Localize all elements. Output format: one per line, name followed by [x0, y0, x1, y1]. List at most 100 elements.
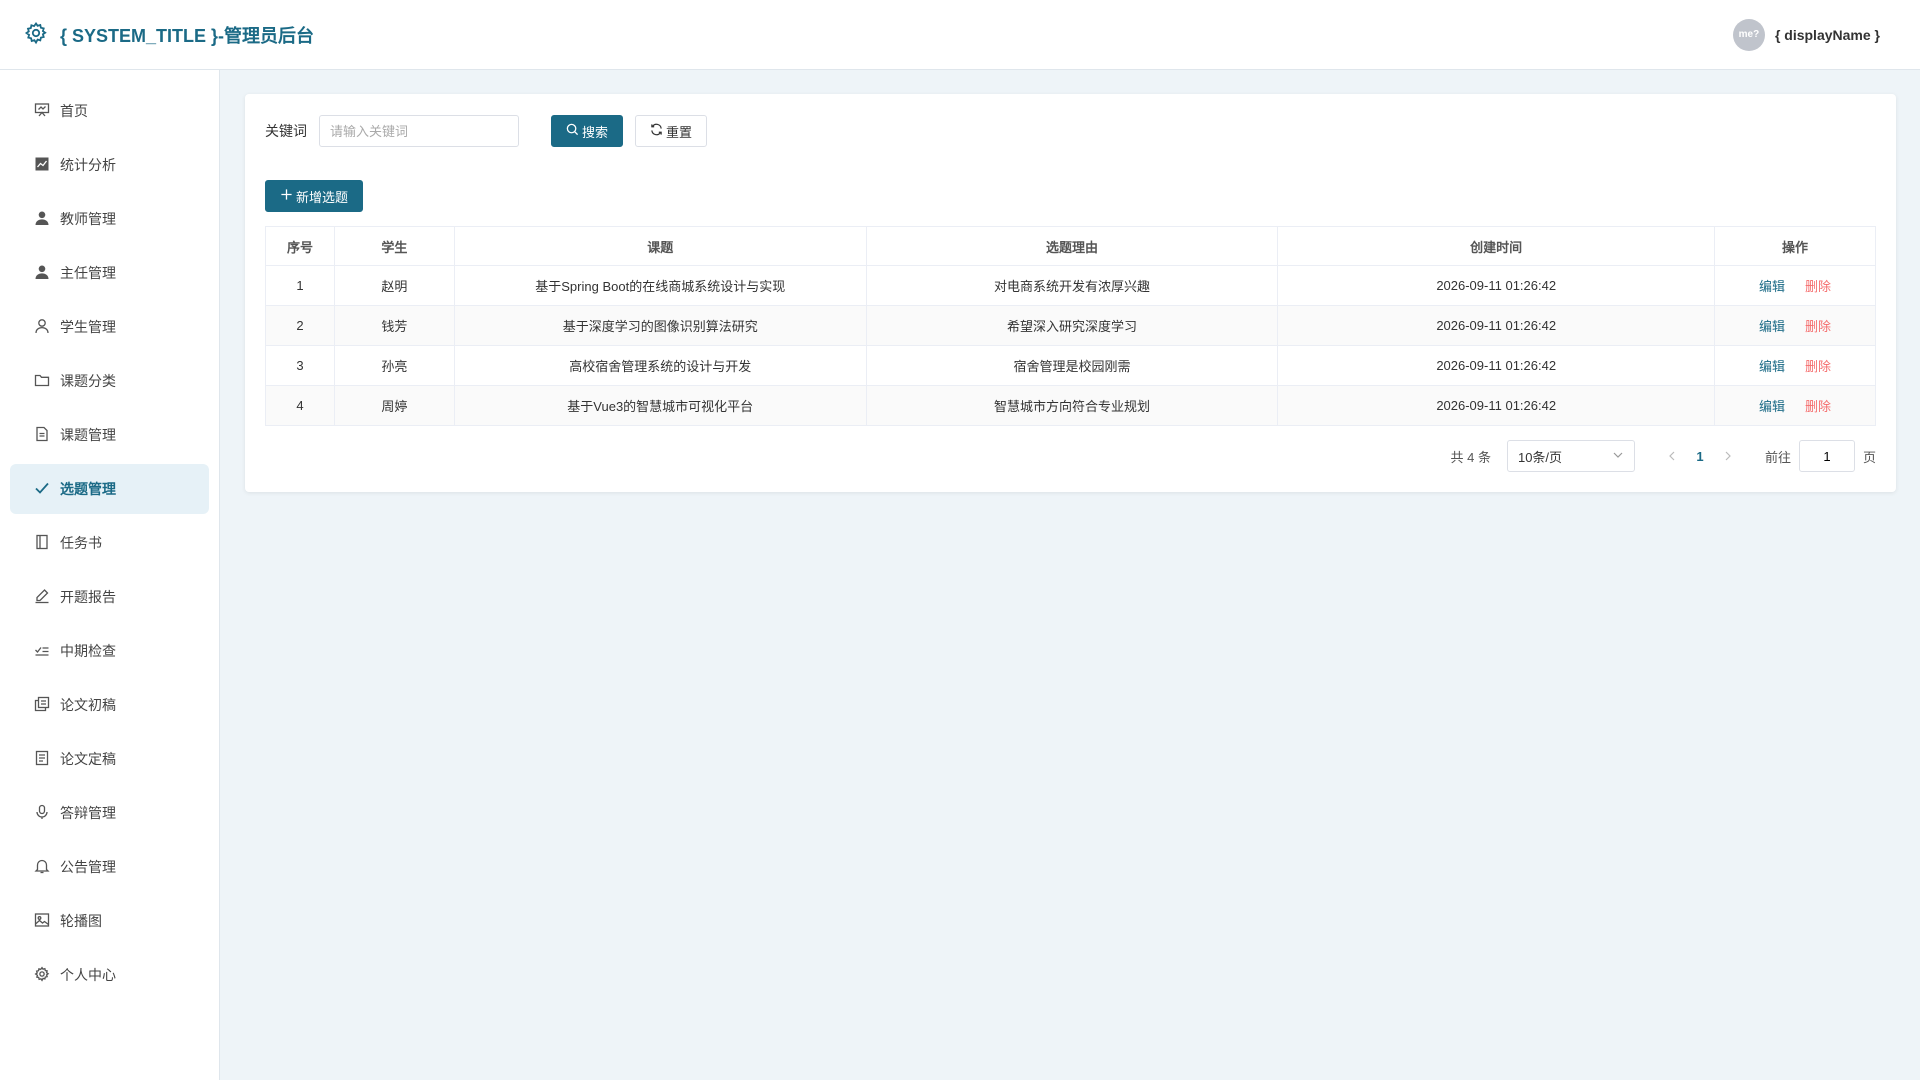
reset-button-label: 重置 [666, 124, 693, 140]
sidebar-item-label: 个人中心 [60, 967, 116, 983]
sidebar-item-students[interactable]: 学生管理 [10, 302, 209, 352]
sidebar-item-label: 教师管理 [60, 211, 116, 227]
cell-created: 2026-09-11 01:26:42 [1277, 305, 1716, 346]
page-number[interactable]: 1 [1687, 449, 1713, 464]
edit-button[interactable]: 编辑 [1759, 359, 1785, 374]
sidebar-item-label: 课题管理 [60, 427, 116, 443]
table-row: 1 赵明 基于Spring Boot的在线商城系统设计与实现 对电商系统开发有浓… [265, 265, 1876, 306]
page-size-value: 10条/页 [1517, 449, 1563, 465]
presentation-icon [34, 102, 50, 121]
sidebar-item-directors[interactable]: 主任管理 [10, 248, 209, 298]
avatar[interactable]: me? [1732, 18, 1765, 51]
display-name[interactable]: { displayName } [1775, 27, 1880, 43]
sidebar-item-home[interactable]: 首页 [10, 86, 209, 136]
sidebar-item-label: 任务书 [60, 535, 102, 551]
sidebar-item-label: 论文初稿 [60, 697, 116, 713]
keyword-input[interactable] [319, 115, 519, 147]
search-form: 关键词 搜索 重置 [265, 114, 1876, 148]
search-button-label: 搜索 [582, 124, 609, 140]
sidebar-item-label: 主任管理 [60, 265, 116, 281]
sidebar-item-label: 开题报告 [60, 589, 116, 605]
brand: { SYSTEM_TITLE }-管理员后台 [24, 21, 314, 48]
delete-button[interactable]: 删除 [1805, 359, 1831, 374]
table-header: 序号 学生 课题 选题理由 创建时间 操作 [265, 226, 1876, 266]
reset-button[interactable]: 重置 [635, 115, 708, 147]
sidebar-item-label: 中期检查 [60, 643, 116, 659]
edit-button[interactable]: 编辑 [1759, 399, 1785, 414]
prev-page-button[interactable] [1657, 449, 1687, 464]
sidebar-item-label: 公告管理 [60, 859, 116, 875]
sidebar-item-topics[interactable]: 课题管理 [10, 410, 209, 460]
user-filled-icon [34, 264, 50, 283]
cell-actions: 编辑 删除 [1714, 385, 1876, 426]
goto-page-input[interactable] [1798, 440, 1855, 472]
cell-student: 周婷 [333, 385, 455, 426]
cell-topic: 基于深度学习的图像识别算法研究 [453, 305, 867, 346]
delete-button[interactable]: 删除 [1805, 399, 1831, 414]
sidebar-item-carousel[interactable]: 轮播图 [10, 896, 209, 946]
sidebar-item-statistics[interactable]: 统计分析 [10, 140, 209, 190]
content-card: 关键词 搜索 重置 新增选题 序号 [245, 94, 1896, 492]
sidebar-item-thesis-final[interactable]: 论文定稿 [10, 734, 209, 784]
sidebar-item-task-book[interactable]: 任务书 [10, 518, 209, 568]
sidebar-item-profile[interactable]: 个人中心 [10, 950, 209, 1000]
total-count: 共 4 条 [1450, 449, 1491, 465]
cell-student: 孙亮 [333, 345, 455, 386]
search-button[interactable]: 搜索 [551, 115, 624, 147]
sidebar-item-announcements[interactable]: 公告管理 [10, 842, 209, 892]
cell-actions: 编辑 删除 [1714, 345, 1876, 386]
next-page-button[interactable] [1713, 449, 1743, 464]
app-title: { SYSTEM_TITLE }-管理员后台 [60, 25, 315, 46]
notebook-icon [34, 534, 50, 553]
chevron-down-icon [1612, 449, 1624, 464]
folder-icon [34, 372, 50, 391]
sidebar-item-label: 轮播图 [60, 913, 102, 929]
copy-document-icon [34, 696, 50, 715]
sidebar-item-midterm-check[interactable]: 中期检查 [10, 626, 209, 676]
table-row: 2 钱芳 基于深度学习的图像识别算法研究 希望深入研究深度学习 2026-09-… [265, 305, 1876, 346]
sidebar-item-label: 论文定稿 [60, 751, 116, 767]
cell-topic: 高校宿舍管理系统的设计与开发 [453, 345, 867, 386]
sidebar-item-label: 选题管理 [60, 481, 116, 497]
sidebar-item-topic-categories[interactable]: 课题分类 [10, 356, 209, 406]
cell-no: 3 [265, 345, 335, 386]
sidebar-item-topic-selection[interactable]: 选题管理 [10, 464, 209, 514]
col-actions: 操作 [1714, 226, 1876, 266]
cell-topic: 基于Vue3的智慧城市可视化平台 [453, 385, 867, 426]
sidebar-item-defense[interactable]: 答辩管理 [10, 788, 209, 838]
delete-button[interactable]: 删除 [1805, 279, 1831, 294]
sidebar-item-label: 答辩管理 [60, 805, 116, 821]
cell-reason: 宿舍管理是校园刚需 [865, 345, 1279, 386]
cell-created: 2026-09-11 01:26:42 [1277, 385, 1716, 426]
search-icon [566, 123, 579, 139]
main-content: 关键词 搜索 重置 新增选题 序号 [221, 70, 1920, 1080]
sidebar-item-label: 课题分类 [60, 373, 116, 389]
goto-label: 前往 [1764, 449, 1791, 465]
sidebar-item-thesis-draft[interactable]: 论文初稿 [10, 680, 209, 730]
user-filled-icon [34, 210, 50, 229]
checklist-icon [34, 642, 50, 661]
sidebar-item-teachers[interactable]: 教师管理 [10, 194, 209, 244]
sidebar-item-opening-report[interactable]: 开题报告 [10, 572, 209, 622]
edit-button[interactable]: 编辑 [1759, 319, 1785, 334]
check-icon [34, 480, 50, 499]
sidebar-item-label: 统计分析 [60, 157, 116, 173]
chevron-left-icon [1667, 449, 1677, 464]
cell-reason: 对电商系统开发有浓厚兴趣 [865, 265, 1279, 306]
document-icon [34, 426, 50, 445]
cell-created: 2026-09-11 01:26:42 [1277, 345, 1716, 386]
sidebar-item-label: 学生管理 [60, 319, 116, 335]
cell-reason: 智慧城市方向符合专业规划 [865, 385, 1279, 426]
delete-button[interactable]: 删除 [1805, 319, 1831, 334]
goto-suffix: 页 [1862, 449, 1876, 465]
col-created: 创建时间 [1277, 226, 1716, 266]
add-topic-button[interactable]: 新增选题 [265, 180, 364, 212]
edit-button[interactable]: 编辑 [1759, 279, 1785, 294]
user-menu[interactable]: me? { displayName } [1732, 18, 1880, 51]
user-outline-icon [34, 318, 50, 337]
page-size-select[interactable]: 10条/页 [1506, 440, 1635, 472]
cell-no: 2 [265, 305, 335, 346]
col-reason: 选题理由 [865, 226, 1279, 266]
picture-icon [34, 912, 50, 931]
pagination: 共 4 条 10条/页 1 前往 页 [265, 440, 1876, 472]
